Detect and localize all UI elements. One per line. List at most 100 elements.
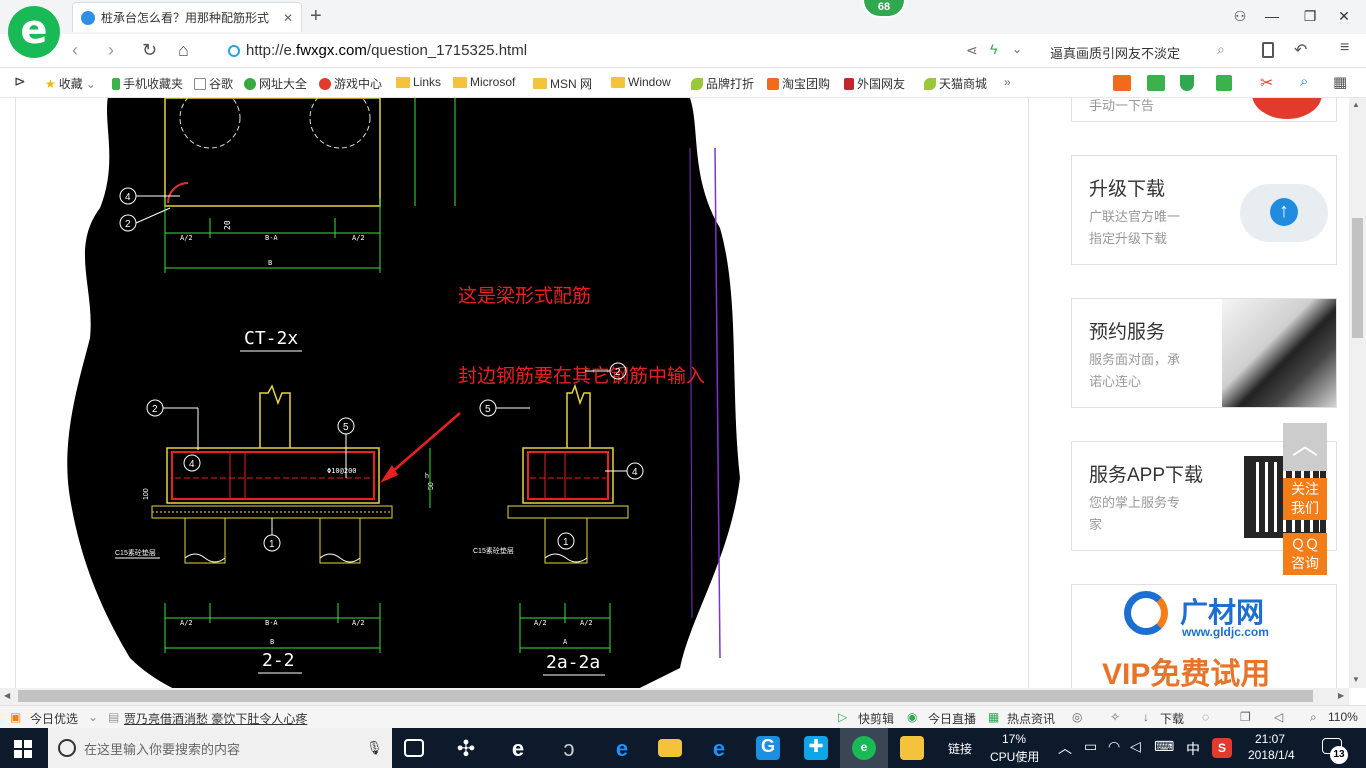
search-input[interactable]: 逼真画质引网友不淡定 [1050,43,1180,62]
bookmark-links[interactable]: Links [396,75,441,89]
search-icon[interactable]: ⌕ [1217,41,1225,58]
zoom-icon[interactable]: ⌕ [1310,710,1317,725]
active-browser-task[interactable]: e [840,728,888,768]
bookmark-tmall[interactable]: 天猫商城 [924,75,987,92]
refresh-button[interactable]: ↻ [142,40,157,60]
close-button[interactable]: ✕ [1332,6,1356,26]
speed-icon[interactable]: ◎ [1072,710,1082,724]
restore-button[interactable]: ❐ [1298,6,1322,26]
dim-text: A/2 [180,619,193,627]
download-button[interactable]: 下载 [1160,710,1184,727]
today-live[interactable]: 今日直播 [928,710,976,727]
keyboard-icon[interactable]: ⌨ [1154,738,1174,755]
bookmark-mobile[interactable]: 手机收藏夹 [112,75,183,92]
browser-tab[interactable]: 桩承台怎么看？用那种配筋形式 ✕ [72,2,302,32]
callout-label: 2 [152,404,158,415]
sidebar-card-booking[interactable]: 预约服务 服务面对面，承 诺心连心 [1071,298,1337,408]
glodon-app-icon[interactable]: G [756,736,780,760]
sidebar-card-gldjc[interactable]: 广材网 www.gldjc.com VIP免费试用 [1071,584,1337,688]
bookmark-windows[interactable]: Window [611,75,671,89]
news-ticker[interactable]: 贾乃亮借酒消愁 豪饮下肚令人心疼 [124,710,307,727]
bookmark-msn[interactable]: MSN 网 [533,75,592,92]
tab-close-icon[interactable]: ✕ [283,11,293,25]
task-view-icon[interactable] [404,739,424,757]
notification-badge[interactable]: 68 [862,0,906,18]
clock-date[interactable]: 2018/1/4 [1248,748,1295,762]
swirl-app-icon[interactable]: ↄ [557,736,581,761]
search-plugin-icon[interactable]: ⌕ [1300,73,1308,90]
chevron-down-icon[interactable]: ⌄ [88,710,98,724]
taskbar-search[interactable]: 在这里输入你要搜索的内容 🎙 [48,728,392,768]
plus-app-icon[interactable]: ✚ [804,736,828,760]
bookmark-games[interactable]: 游戏中心 [319,75,382,92]
tray-up-icon[interactable]: ︿ [1058,738,1072,758]
phone-icon[interactable] [1262,42,1274,58]
file-explorer-icon[interactable] [658,739,682,757]
back-to-top-button[interactable]: ︿ [1283,423,1327,471]
ie-icon[interactable]: e [707,736,731,761]
microphone-icon[interactable]: 🎙 [366,740,383,756]
new-tab-button[interactable]: + [310,6,322,26]
windows-start-icon[interactable] [14,740,32,758]
volume-icon[interactable]: ◁ [1130,738,1141,755]
sidebar-card-upgrade[interactable]: 升级下载 广联达官方唯一 指定升级下载 ↑ [1071,155,1337,265]
battery-icon[interactable]: ▭ [1084,738,1097,755]
scroll-left-icon[interactable]: ◀ [4,691,10,700]
qq-consult-button[interactable]: ＱＱ 咨询 [1283,533,1327,575]
window-icon[interactable]: ❐ [1240,710,1251,724]
wifi-icon[interactable]: ◠ [1108,738,1120,755]
edge-icon[interactable]: e [610,736,634,761]
follow-us-button[interactable]: 关注 我们 [1283,478,1327,520]
sogou-icon[interactable]: S [1212,738,1232,758]
share-icon[interactable]: ⋖ [966,42,978,59]
more-bookmarks-icon[interactable]: » [1004,75,1011,89]
lightning-icon[interactable]: ϟ [990,41,997,57]
notes-app-icon[interactable] [900,736,924,760]
sidebar-toggle-icon[interactable]: ⊳ [14,73,26,90]
pin-icon[interactable]: ✧ [1110,710,1120,724]
clock-time[interactable]: 21:07 [1255,732,1285,746]
bookmark-brand[interactable]: 品牌打折 [691,75,754,92]
bookmark-google[interactable]: 谷歌 [194,75,233,92]
undo-icon[interactable]: ↶ [1294,40,1307,60]
ie-app-icon[interactable]: e [506,736,530,761]
zoom-level[interactable]: 110% [1328,710,1358,724]
grid-icon[interactable]: ▦ [1333,73,1347,91]
minimize-button[interactable]: — [1260,6,1284,26]
forward-button[interactable]: › [108,40,114,60]
sound-icon[interactable]: ◁ [1274,710,1283,724]
sidebar-card-top[interactable]: 手动一下告 [1071,98,1337,122]
chevron-down-icon[interactable]: ⌄ [1012,42,1022,56]
translate-icon[interactable] [1216,75,1232,91]
bookmark-taobao[interactable]: 淘宝团购 [767,75,830,92]
ime-indicator[interactable]: 中 [1186,739,1200,759]
shirt-icon[interactable]: ⚇ [1228,6,1252,26]
menu-icon[interactable]: ≡ [1340,39,1349,57]
scroll-down-icon[interactable]: ▼ [1352,675,1360,684]
accelerate-icon[interactable]: ◌ [1202,710,1209,724]
url-field[interactable]: http://e.fwxgx.com/question_1715325.html [246,42,527,59]
bookmark-sites[interactable]: 网址大全 [244,75,307,92]
bookmark-favorites[interactable]: ★ 收藏 ⌄ [45,75,96,92]
links-toolbar[interactable]: 链接 [948,740,972,757]
scissors-icon[interactable]: ✂ [1260,73,1273,93]
back-button[interactable]: ‹ [72,40,78,60]
bookmark-microsoft[interactable]: Microsof [453,75,515,89]
vertical-scroll-thumb[interactable] [1352,218,1363,338]
browser-logo-icon[interactable]: e [8,6,60,58]
shield-icon[interactable] [1180,75,1194,91]
scroll-right-icon[interactable]: ▶ [1338,691,1344,700]
scroll-up-icon[interactable]: ▲ [1352,100,1360,109]
notification-count[interactable]: 13 [1330,746,1348,764]
fan-app-icon[interactable]: ✣ [454,736,478,761]
discount-icon[interactable] [1113,75,1131,91]
vertical-scrollbar[interactable] [1349,98,1366,688]
horizontal-scroll-thumb[interactable] [18,690,1313,702]
home-button[interactable]: ⌂ [178,40,189,60]
bookmark-foreign[interactable]: 外国网友 [844,75,905,92]
book-icon[interactable] [1147,75,1165,91]
hot-news[interactable]: 热点资讯 [1007,710,1055,727]
today-picks[interactable]: 今日优选 [30,710,78,727]
quick-edit[interactable]: 快剪辑 [858,710,894,727]
cad-background [67,98,740,688]
